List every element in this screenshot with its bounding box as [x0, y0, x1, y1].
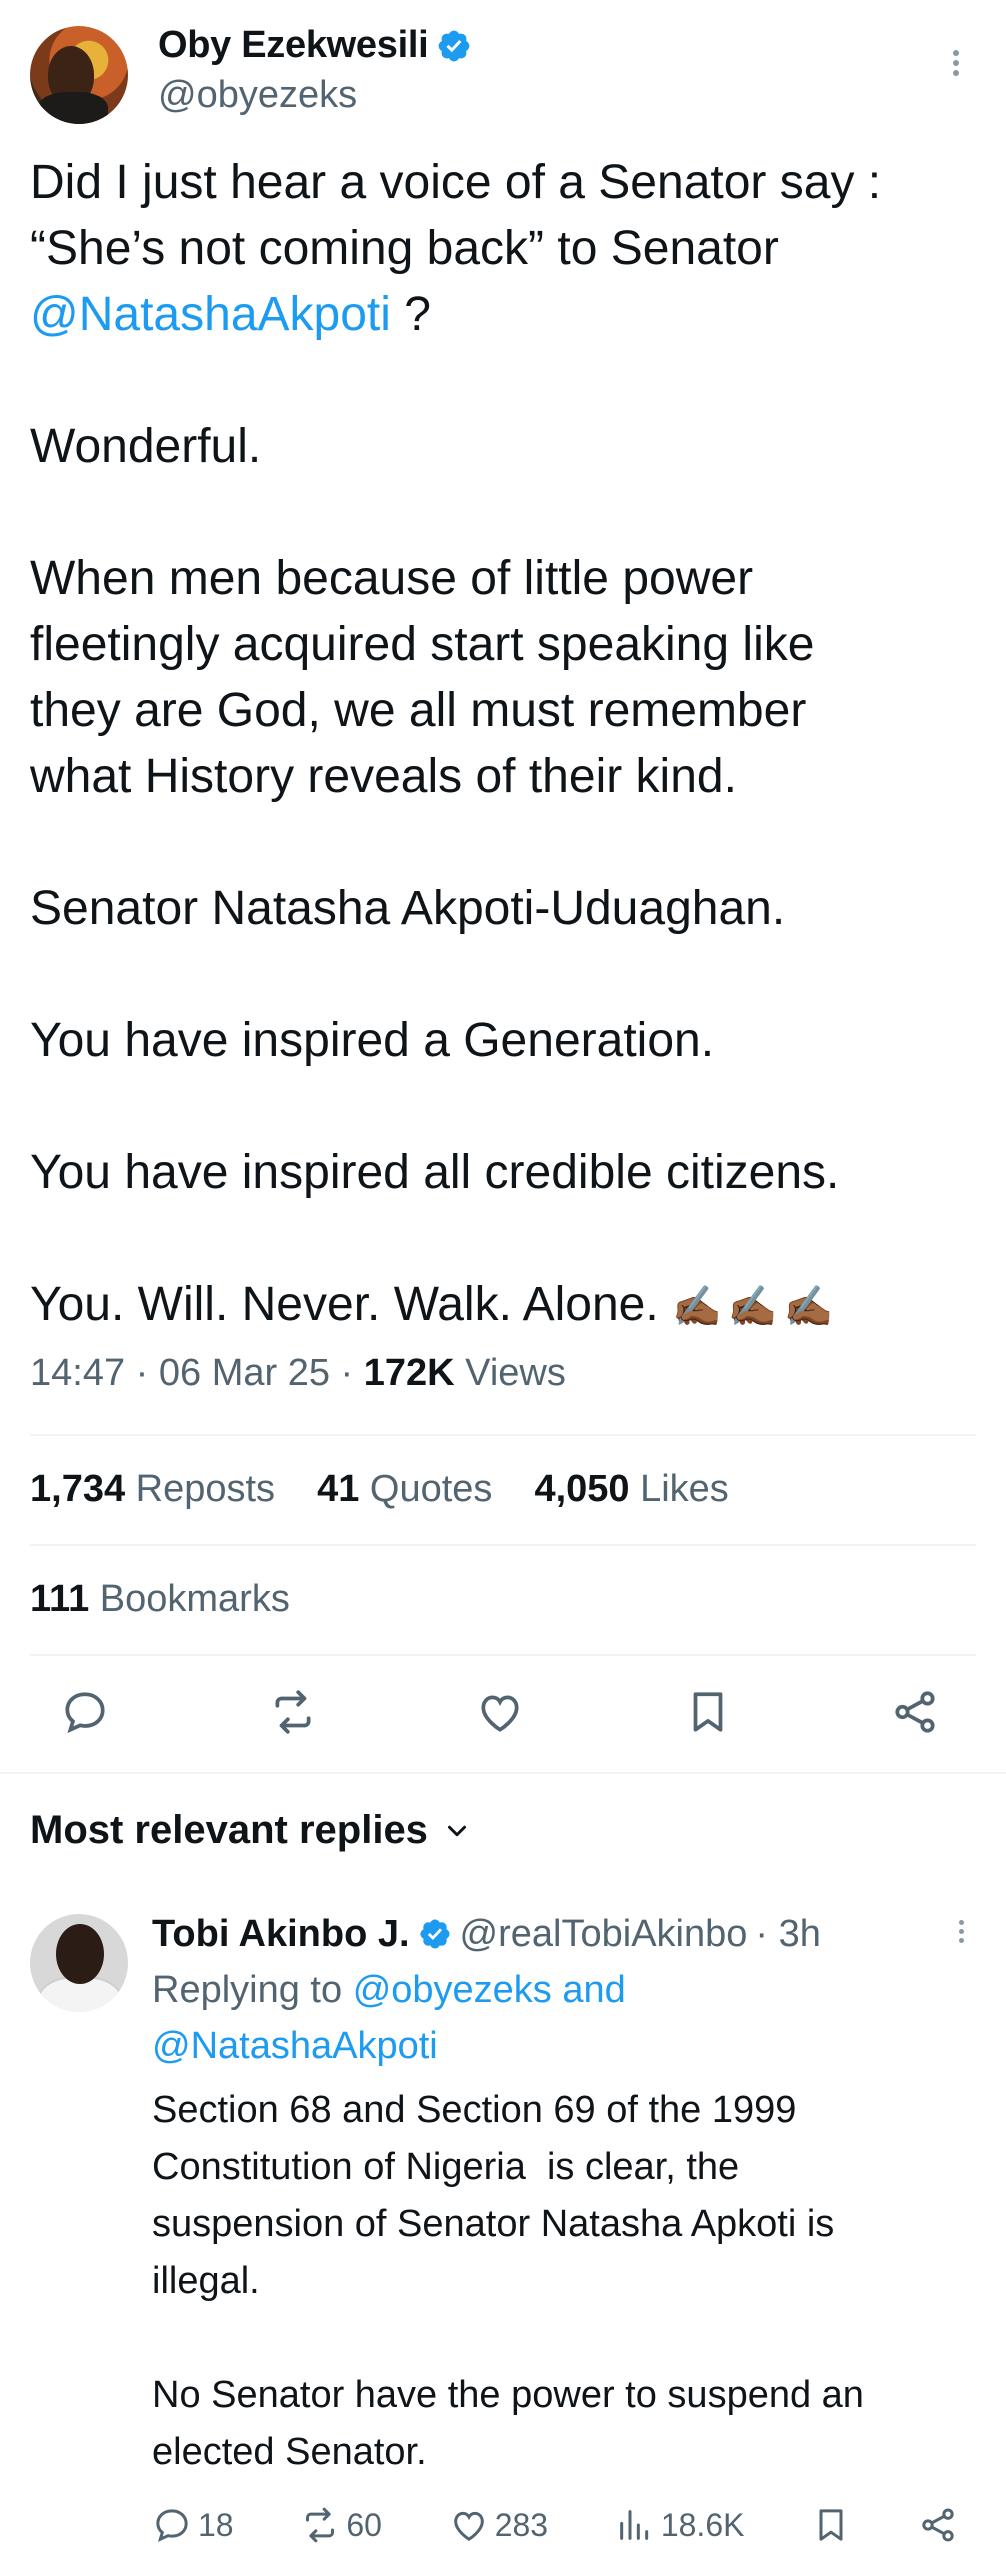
tweet-date[interactable]: 06 Mar 25: [159, 1352, 330, 1394]
likes-count: 4,050: [534, 1468, 630, 1510]
reply-text-para-1: Section 68 and Section 69 of the 1999 Co…: [152, 2089, 835, 2302]
bookmark-icon: [819, 2509, 843, 2541]
reply-views-count: 18.6K: [660, 2506, 745, 2543]
replying-prefix: Replying to: [152, 1969, 343, 2011]
reply-actions: 18 60 283 18.6K: [152, 2500, 958, 2550]
like-icon[interactable]: [475, 1687, 525, 1737]
meta-separator: ·: [135, 1352, 149, 1394]
bookmark-icon[interactable]: [683, 1687, 733, 1737]
replying-mention-2[interactable]: @NatashaAkpoti: [152, 2025, 438, 2067]
verified-badge-icon: [420, 1919, 450, 1949]
quotes-label: Quotes: [369, 1468, 493, 1510]
mention-link[interactable]: @NatashaAkpoti: [30, 288, 391, 341]
divider: [30, 1434, 976, 1436]
views-count: 172K: [363, 1352, 455, 1394]
reply-time: · 3h: [755, 1912, 821, 1955]
replies-sort-label: Most relevant replies: [30, 1808, 428, 1852]
replying-to: Replying to @obyezeks and @NatashaAkpoti: [152, 1962, 976, 2074]
tweet-para-wonderful: Wonderful.: [30, 420, 262, 473]
repost-icon[interactable]: [268, 1687, 318, 1737]
views-label: Views: [465, 1352, 566, 1394]
likes-stat[interactable]: 4,050 Likes: [534, 1468, 728, 1511]
reply-share-button[interactable]: [918, 2505, 958, 2545]
reply-icon: [156, 2509, 188, 2542]
like-icon: [453, 2511, 484, 2541]
tweet-header: Oby Ezekwesili @obyezeks: [30, 24, 976, 134]
reply-author-avatar[interactable]: [30, 1914, 128, 2012]
tweet-para-men: When men because of little power fleetin…: [30, 552, 815, 803]
tweet-line-3-suffix: ?: [390, 288, 431, 341]
reply-like-button[interactable]: 283: [449, 2505, 548, 2545]
verified-badge-icon: [439, 30, 470, 61]
tweet-para-alone: You. Will. Never. Walk. Alone.: [30, 1278, 659, 1331]
replies-sort-dropdown[interactable]: Most relevant replies: [30, 1808, 472, 1853]
author-name[interactable]: Oby Ezekwesili: [158, 24, 429, 67]
reply-content: Tobi Akinbo J. @realTobiAkinbo · 3h Repl…: [152, 1906, 976, 2481]
tweet-time[interactable]: 14:47: [30, 1352, 125, 1394]
author-handle[interactable]: @obyezeks: [158, 74, 357, 117]
meta-separator: ·: [340, 1352, 354, 1394]
tweet-para-senator: Senator Natasha Akpoti-Uduaghan.: [30, 882, 786, 935]
reposts-stat[interactable]: 1,734 Reposts: [30, 1468, 275, 1511]
tweet-line-2: “She’s not coming back” to Senator: [30, 222, 779, 275]
main-tweet: Oby Ezekwesili @obyezeks Did I just hear…: [30, 24, 976, 1340]
share-icon: [922, 2508, 954, 2542]
reply-bookmark-button[interactable]: [811, 2505, 851, 2545]
reply-more-options-icon[interactable]: [946, 1916, 976, 1956]
reply-text: Section 68 and Section 69 of the 1999 Co…: [152, 2082, 976, 2481]
replying-mention-1[interactable]: @obyezeks and: [353, 1969, 626, 2011]
tweet-actions: [60, 1684, 940, 1740]
repost-icon: [306, 2507, 335, 2543]
quotes-stat[interactable]: 41 Quotes: [317, 1468, 492, 1511]
tweet-meta: 14:47 · 06 Mar 25 · 172K Views: [30, 1352, 566, 1395]
share-icon[interactable]: [890, 1687, 940, 1737]
bookmarks-label: Bookmarks: [99, 1578, 290, 1620]
author-name-row: Oby Ezekwesili: [158, 24, 472, 67]
chevron-down-icon: [447, 1825, 466, 1836]
tweet-para-generation: You have inspired a Generation.: [30, 1014, 715, 1067]
divider: [30, 1544, 976, 1546]
reply-author-name[interactable]: Tobi Akinbo J.: [152, 1913, 410, 1956]
reposts-label: Reposts: [135, 1468, 276, 1510]
reply-author-handle[interactable]: @realTobiAkinbo: [460, 1913, 748, 1956]
reply-icon[interactable]: [60, 1687, 110, 1737]
reply-repost-count: 60: [346, 2506, 382, 2543]
writing-hand-emoji: ✍🏾✍🏾✍🏾: [672, 1285, 840, 1329]
reply-reply-button[interactable]: 18: [152, 2505, 234, 2545]
likes-label: Likes: [640, 1468, 729, 1510]
engagement-stats: 1,734 Reposts 41 Quotes 4,050 Likes: [30, 1468, 729, 1511]
quotes-count: 41: [317, 1468, 360, 1510]
bookmarks-stat[interactable]: 111 Bookmarks: [30, 1578, 290, 1621]
tweet-line-1: Did I just hear a voice of a Senator say…: [30, 156, 882, 209]
author-avatar[interactable]: [30, 26, 128, 124]
section-divider: [0, 1772, 1006, 1774]
views-chart-icon: [619, 2510, 648, 2540]
reply-like-count: 283: [494, 2506, 549, 2543]
reply-text-para-2: No Senator have the power to suspend an …: [152, 2374, 864, 2473]
tweet-text: Did I just hear a voice of a Senator say…: [30, 150, 976, 1340]
bookmarks-count: 111: [30, 1578, 90, 1620]
more-options-icon[interactable]: [936, 46, 976, 96]
tweet-para-citizens: You have inspired all credible citizens.: [30, 1146, 840, 1199]
reply-header: Tobi Akinbo J. @realTobiAkinbo · 3h: [152, 1906, 976, 1962]
reply-repost-button[interactable]: 60: [300, 2505, 382, 2545]
reply-reply-count: 18: [198, 2506, 234, 2543]
divider: [30, 1654, 976, 1656]
reply-views-button[interactable]: 18.6K: [615, 2505, 745, 2545]
reposts-count: 1,734: [30, 1468, 126, 1510]
